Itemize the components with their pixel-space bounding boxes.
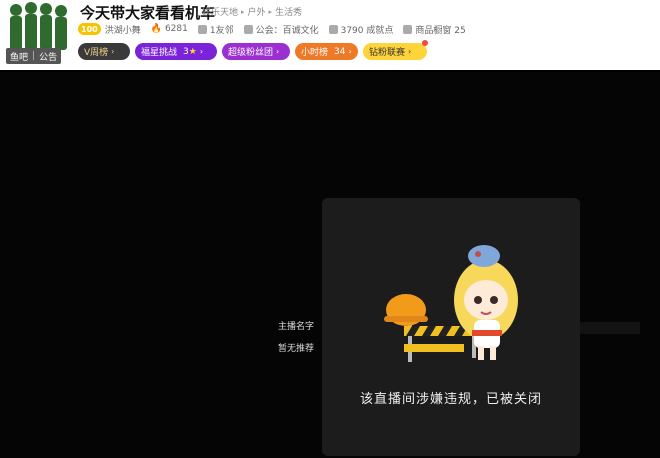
heat-value: 6281	[164, 24, 188, 34]
notification-dot-icon	[422, 40, 428, 46]
chevron-right-icon: ▸	[241, 7, 245, 16]
diamond-fan-league-button[interactable]: 钻粉联赛 ›	[363, 40, 428, 60]
v-week-label: V周榜	[84, 48, 109, 58]
guild-icon	[243, 24, 253, 34]
hour-rank-value: 34	[334, 46, 346, 57]
avatar-image	[4, 0, 74, 50]
super-fan-label: 超级粉丝团	[228, 48, 274, 58]
avatar-tabs: 鱼吧 | 公告	[6, 48, 62, 64]
room-header: 鱼吧 | 公告 今天带大家看看机车 娱乐天地 ▸ 户外 ▸ 生活秀 100 洪湖…	[0, 0, 660, 70]
anchor-avatar[interactable]: 鱼吧 | 公告	[4, 0, 74, 66]
breadcrumb: 娱乐天地 ▸ 户外 ▸ 生活秀	[202, 5, 302, 19]
room-closed-message: 该直播间涉嫌违规，已被关闭	[359, 392, 542, 407]
anchor-info[interactable]: 100 洪湖小舞	[78, 23, 141, 36]
no-recommend-label: 暂无推荐	[278, 344, 315, 354]
anchor-name: 洪湖小舞	[104, 25, 141, 36]
friends-info[interactable]: 1友邻	[197, 23, 234, 36]
showcase-info[interactable]: 商品橱窗 25	[403, 23, 466, 36]
diamond-fan-label: 钻粉联赛	[369, 48, 406, 58]
room-closed-panel: 该直播间涉嫌违规，已被关闭	[322, 198, 580, 456]
v-week-rank-button[interactable]: V周榜 ›	[78, 43, 130, 60]
chevron-right-icon: ›	[408, 47, 412, 56]
breadcrumb-item-entertainment[interactable]: 娱乐天地	[202, 5, 238, 18]
chevron-right-icon: ›	[348, 47, 352, 56]
breadcrumb-item-lifestyle[interactable]: 生活秀	[275, 5, 302, 18]
breadcrumb-item-outdoor[interactable]: 户外	[248, 5, 266, 18]
achievement-info[interactable]: 3790 成就点	[328, 23, 394, 36]
hour-rank-label: 小时榜	[301, 48, 329, 58]
friends-value: 1友邻	[209, 25, 234, 36]
chevron-right-icon: ›	[199, 47, 204, 56]
friends-icon	[197, 24, 207, 34]
room-title: 今天带大家看看机车	[80, 4, 216, 22]
chevron-right-icon: ›	[276, 47, 280, 56]
level-badge: 100	[78, 23, 101, 35]
fish-bar-tab[interactable]: 鱼吧	[10, 50, 28, 63]
anchor-name-label: 主播名字	[278, 322, 315, 332]
chevron-right-icon: ›	[111, 47, 115, 56]
closed-mascot-illustration	[384, 245, 518, 362]
achievement-icon	[328, 24, 338, 34]
star-icon: ★	[188, 46, 197, 57]
tab-separator: |	[32, 51, 36, 61]
super-fan-button[interactable]: 超级粉丝团 ›	[222, 43, 290, 60]
star-challenge-label: 福星挑战	[141, 48, 178, 58]
showcase-value: 商品橱窗 25	[415, 25, 466, 36]
anchor-meta-row: 100 洪湖小舞 🔥 6281 1友邻 公会： 百诚文化 3790 成就点 商品…	[78, 22, 476, 36]
rank-badges: V周榜 › 福星挑战 3 ★ › 超级粉丝团 › 小时榜 34 › 钻粉联赛 ›	[78, 40, 428, 60]
star-challenge-button[interactable]: 福星挑战 3 ★ ›	[135, 43, 217, 60]
fire-icon: 🔥	[150, 24, 162, 34]
guild-label: 公会：	[255, 25, 283, 36]
heat-info: 🔥 6281	[151, 24, 188, 34]
guild-info[interactable]: 公会： 百诚文化	[243, 23, 319, 36]
hour-rank-button[interactable]: 小时榜 34 ›	[295, 43, 358, 60]
announcement-tab[interactable]: 公告	[39, 50, 57, 63]
shop-icon	[403, 24, 413, 34]
achievement-value: 3790 成就点	[340, 25, 394, 36]
chevron-right-icon: ▸	[268, 7, 273, 16]
side-bar-strip	[580, 322, 640, 334]
guild-value: 百诚文化	[282, 25, 319, 36]
